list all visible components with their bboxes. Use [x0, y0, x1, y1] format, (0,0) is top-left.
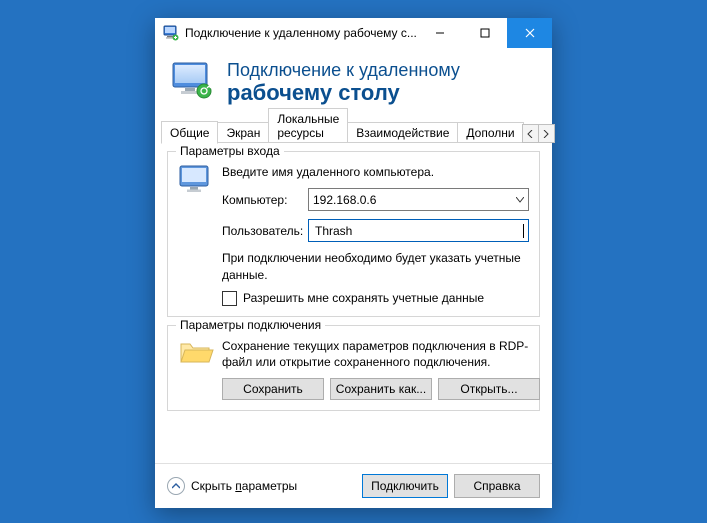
- rdp-dialog: Подключение к удаленному рабочему с...: [155, 18, 552, 508]
- login-intro: Введите имя удаленного компьютера.: [222, 164, 529, 180]
- banner-line-1: Подключение к удаленному: [227, 60, 460, 81]
- tab-scroll-left[interactable]: [522, 124, 539, 143]
- tab-experience[interactable]: Взаимодействие: [347, 122, 458, 143]
- row-save-creds[interactable]: Разрешить мне сохранять учетные данные: [222, 291, 529, 306]
- tab-display[interactable]: Экран: [217, 122, 269, 143]
- tab-advanced[interactable]: Дополни: [457, 122, 523, 143]
- group-login-title: Параметры входа: [176, 144, 284, 158]
- conn-buttons: Сохранить Сохранить как... Открыть...: [222, 378, 540, 400]
- header-banner: Подключение к удаленному рабочему столу: [155, 48, 552, 119]
- group-login-params: Параметры входа Введите имя удаленного к…: [167, 151, 540, 317]
- tab-body: Параметры входа Введите имя удаленного к…: [155, 143, 552, 463]
- save-button[interactable]: Сохранить: [222, 378, 324, 400]
- chevron-up-icon: [167, 477, 185, 495]
- row-computer: Компьютер:: [222, 188, 529, 211]
- help-button[interactable]: Справка: [454, 474, 540, 498]
- window-title: Подключение к удаленному рабочему с...: [185, 26, 417, 40]
- credentials-note: При подключении необходимо будет указать…: [222, 250, 529, 282]
- conn-text: Сохранение текущих параметров подключени…: [222, 338, 540, 370]
- tab-local-res[interactable]: Локальные ресурсы: [268, 108, 348, 143]
- tab-scroll: [523, 124, 555, 143]
- label-computer: Компьютер:: [222, 193, 302, 207]
- text-caret: [523, 224, 524, 238]
- tab-scroll-right[interactable]: [538, 124, 555, 143]
- computer-input[interactable]: [309, 189, 511, 210]
- save-as-button[interactable]: Сохранить как...: [330, 378, 432, 400]
- connect-button[interactable]: Подключить: [362, 474, 448, 498]
- group-conn-title: Параметры подключения: [176, 318, 325, 332]
- folder-icon: [178, 338, 216, 371]
- chevron-down-icon[interactable]: [511, 197, 528, 203]
- titlebar: Подключение к удаленному рабочему с...: [155, 18, 552, 48]
- tab-general[interactable]: Общие: [161, 121, 218, 144]
- maximize-button[interactable]: [462, 18, 507, 48]
- dialog-footer: Скрыть параметры Подключить Справка: [155, 463, 552, 508]
- monitor-icon: [171, 61, 215, 104]
- group-connection-params: Параметры подключения Сохранение текущих…: [167, 325, 540, 411]
- minimize-button[interactable]: [417, 18, 462, 48]
- hide-params-label: Скрыть параметры: [191, 479, 297, 493]
- user-input[interactable]: [313, 223, 523, 239]
- close-button[interactable]: [507, 18, 552, 48]
- banner-heading: Подключение к удаленному рабочему столу: [227, 60, 460, 105]
- tab-strip: Общие Экран Локальные ресурсы Взаимодейс…: [155, 119, 552, 143]
- user-textbox[interactable]: [308, 219, 529, 242]
- computer-icon: [178, 164, 216, 201]
- hide-params-link[interactable]: Скрыть параметры: [167, 477, 297, 495]
- banner-line-2: рабочему столу: [227, 81, 460, 105]
- app-icon: [163, 25, 179, 41]
- save-creds-checkbox[interactable]: [222, 291, 237, 306]
- computer-combobox[interactable]: [308, 188, 529, 211]
- save-creds-label: Разрешить мне сохранять учетные данные: [243, 291, 484, 305]
- label-user: Пользователь:: [222, 224, 302, 238]
- open-button[interactable]: Открыть...: [438, 378, 540, 400]
- row-user: Пользователь:: [222, 219, 529, 242]
- title-controls: [417, 18, 552, 48]
